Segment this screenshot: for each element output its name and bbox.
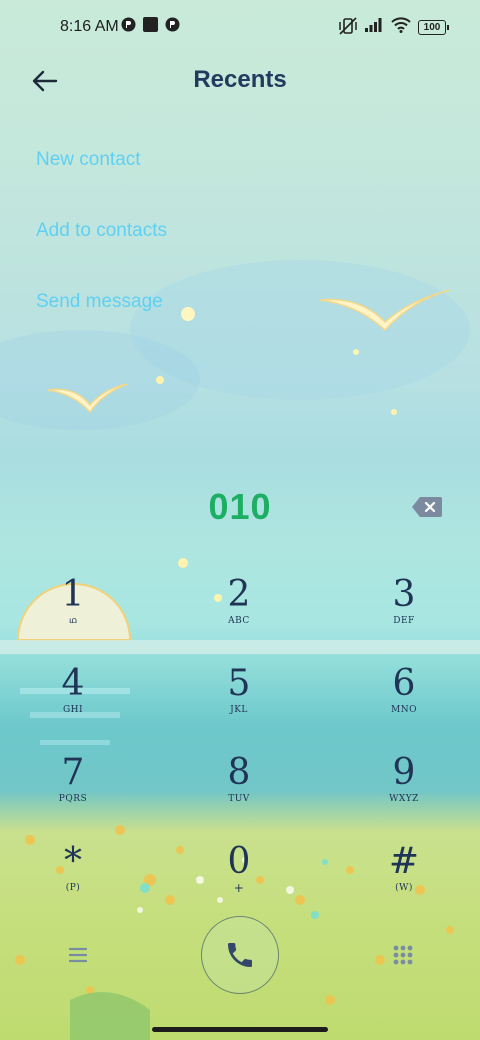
key-digit: #	[388, 841, 420, 882]
key-letters: (P)	[65, 883, 81, 893]
key-7[interactable]: 7 PQRS	[18, 753, 128, 823]
notification-icon	[121, 17, 136, 32]
phone-icon	[228, 943, 252, 967]
square-icon	[143, 17, 158, 32]
key-digit: 8	[227, 752, 251, 793]
new-contact-button[interactable]: New contact	[36, 149, 141, 171]
voicemail-icon: ഥ	[69, 616, 77, 626]
vibrate-mute-icon	[339, 17, 357, 35]
key-letters: GHI	[62, 705, 84, 715]
key-4[interactable]: 4 GHI	[18, 664, 128, 734]
key-digit: 2	[227, 574, 251, 615]
menu-button[interactable]	[64, 944, 92, 966]
key-3[interactable]: 3 DEF	[349, 575, 459, 645]
key-star[interactable]: * (P)	[18, 842, 128, 912]
status-bar: 8:16 AM 100	[0, 0, 480, 56]
status-time: 8:16 AM	[60, 18, 119, 35]
key-letters: +	[233, 881, 245, 895]
backspace-button[interactable]	[412, 495, 442, 519]
dialpad-grid-icon	[393, 945, 413, 965]
call-button[interactable]	[201, 916, 279, 994]
key-letters: JKL	[230, 705, 248, 715]
key-letters: WXYZ	[389, 794, 419, 804]
key-digit: 1	[61, 574, 85, 615]
key-letters: (W)	[395, 883, 413, 893]
signal-icon	[365, 18, 382, 32]
key-9[interactable]: 9 WXYZ	[349, 753, 459, 823]
key-1[interactable]: 1ഥ	[18, 575, 128, 645]
page-title: Recents	[193, 66, 287, 93]
key-letters: DEF	[393, 616, 415, 626]
key-digit: 7	[61, 752, 85, 793]
key-letters: TUV	[228, 794, 250, 804]
key-digit: 6	[392, 663, 416, 704]
key-digit: 9	[392, 752, 416, 793]
key-digit: 0	[227, 841, 251, 882]
key-letters: MNO	[391, 705, 417, 715]
key-hash[interactable]: # (W)	[349, 842, 459, 912]
key-digit: 5	[227, 663, 251, 704]
dialed-number[interactable]: 010	[0, 486, 480, 528]
key-letters: PQRS	[58, 794, 88, 804]
dialpad-toggle-button[interactable]	[392, 944, 414, 966]
key-digit: 4	[61, 663, 85, 704]
key-letters: ABC	[228, 616, 250, 626]
backspace-icon	[412, 497, 442, 517]
home-indicator[interactable]	[152, 1027, 328, 1032]
key-6[interactable]: 6 MNO	[349, 664, 459, 734]
dialer-screen: 8:16 AM 100 Recents New contact Add to c…	[0, 0, 480, 1040]
key-0[interactable]: 0 +	[184, 842, 294, 912]
key-digit: *	[64, 841, 82, 882]
battery-icon: 100	[418, 20, 449, 35]
add-to-contacts-button[interactable]: Add to contacts	[36, 220, 167, 242]
key-8[interactable]: 8 TUV	[184, 753, 294, 823]
key-5[interactable]: 5 JKL	[184, 664, 294, 734]
notification-icon	[165, 17, 180, 32]
key-2[interactable]: 2 ABC	[184, 575, 294, 645]
hamburger-icon	[68, 947, 88, 963]
send-message-button[interactable]: Send message	[36, 291, 163, 313]
key-digit: 3	[392, 574, 416, 615]
wifi-icon	[391, 17, 411, 33]
